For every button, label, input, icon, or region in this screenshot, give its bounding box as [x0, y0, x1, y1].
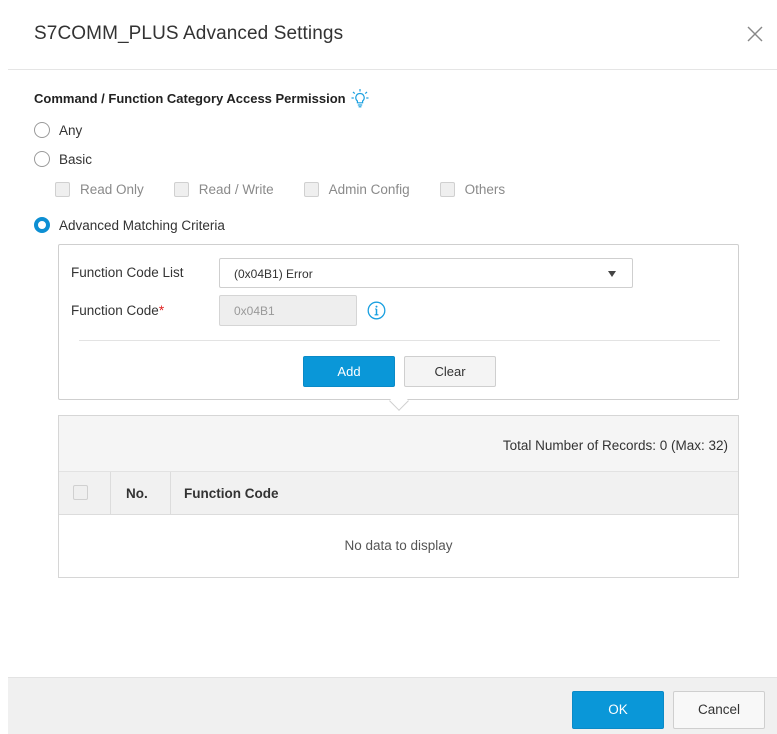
admin-config-label: Admin Config	[328, 182, 410, 197]
basic-options: Read Only Read / Write Admin Config Othe…	[55, 182, 535, 197]
basic-option-read-write[interactable]: Read / Write	[173, 182, 274, 197]
section-title: Command / Function Category Access Permi…	[34, 88, 369, 108]
radio-advanced-label: Advanced Matching Criteria	[59, 217, 225, 233]
radio-any[interactable]: Any	[34, 122, 82, 138]
records-count: Total Number of Records: 0 (Max: 32)	[502, 438, 728, 453]
dialog-footer: OK Cancel	[8, 677, 777, 734]
read-write-checkbox[interactable]	[173, 182, 189, 197]
lightbulb-icon	[351, 88, 369, 108]
select-all-checkbox[interactable]	[73, 485, 88, 500]
function-code-input[interactable]: 0x04B1	[219, 295, 357, 326]
empty-table-message: No data to display	[344, 538, 453, 553]
cancel-button[interactable]: Cancel	[673, 691, 765, 729]
radio-basic-circle[interactable]	[34, 151, 50, 167]
clear-button[interactable]: Clear	[404, 356, 496, 387]
radio-any-label: Any	[59, 122, 83, 138]
function-code-list-select[interactable]: (0x04B1) Error	[219, 258, 633, 288]
basic-option-admin-config[interactable]: Admin Config	[303, 182, 410, 197]
function-code-label-text: Function Code	[71, 303, 159, 318]
read-only-label: Read Only	[80, 182, 144, 197]
radio-basic-label: Basic	[59, 151, 93, 167]
header-select-cell	[59, 472, 111, 514]
radio-basic[interactable]: Basic	[34, 151, 92, 167]
dialog-header: S7COMM_PLUS Advanced Settings	[8, 0, 777, 70]
add-button[interactable]: Add	[303, 356, 395, 387]
section-title-text: Command / Function Category Access Permi…	[34, 90, 346, 106]
radio-advanced[interactable]: Advanced Matching Criteria	[34, 217, 225, 233]
table-header: No. Function Code	[59, 472, 738, 515]
admin-config-checkbox[interactable]	[303, 182, 319, 197]
read-only-checkbox[interactable]	[55, 182, 70, 197]
chevron-down-icon	[608, 271, 616, 277]
function-code-label: Function Code*	[71, 303, 164, 318]
function-code-list-value: (0x04B1) Error	[234, 267, 313, 281]
dialog-title: S7COMM_PLUS Advanced Settings	[34, 23, 344, 44]
basic-option-others[interactable]: Others	[439, 182, 506, 197]
table-toolbar: Total Number of Records: 0 (Max: 32)	[59, 416, 738, 472]
function-code-list-label: Function Code List	[71, 265, 184, 280]
radio-any-circle[interactable]	[34, 122, 50, 138]
column-header-no[interactable]: No.	[111, 472, 171, 514]
info-icon[interactable]	[367, 301, 386, 320]
basic-option-read-only[interactable]: Read Only	[55, 182, 144, 197]
function-code-table: Total Number of Records: 0 (Max: 32) No.…	[58, 415, 739, 578]
others-checkbox[interactable]	[439, 182, 455, 197]
column-header-function-code[interactable]: Function Code	[171, 472, 279, 514]
panel-divider	[79, 340, 720, 341]
required-mark: *	[158, 303, 165, 318]
ok-button[interactable]: OK	[572, 691, 664, 729]
others-label: Others	[464, 182, 506, 197]
close-icon[interactable]	[743, 22, 767, 46]
advanced-criteria-panel: Function Code List (0x04B1) Error Functi…	[58, 244, 739, 400]
read-write-label: Read / Write	[198, 182, 274, 197]
advanced-settings-dialog: S7COMM_PLUS Advanced Settings Command / …	[8, 0, 777, 734]
radio-advanced-circle[interactable]	[34, 217, 50, 233]
